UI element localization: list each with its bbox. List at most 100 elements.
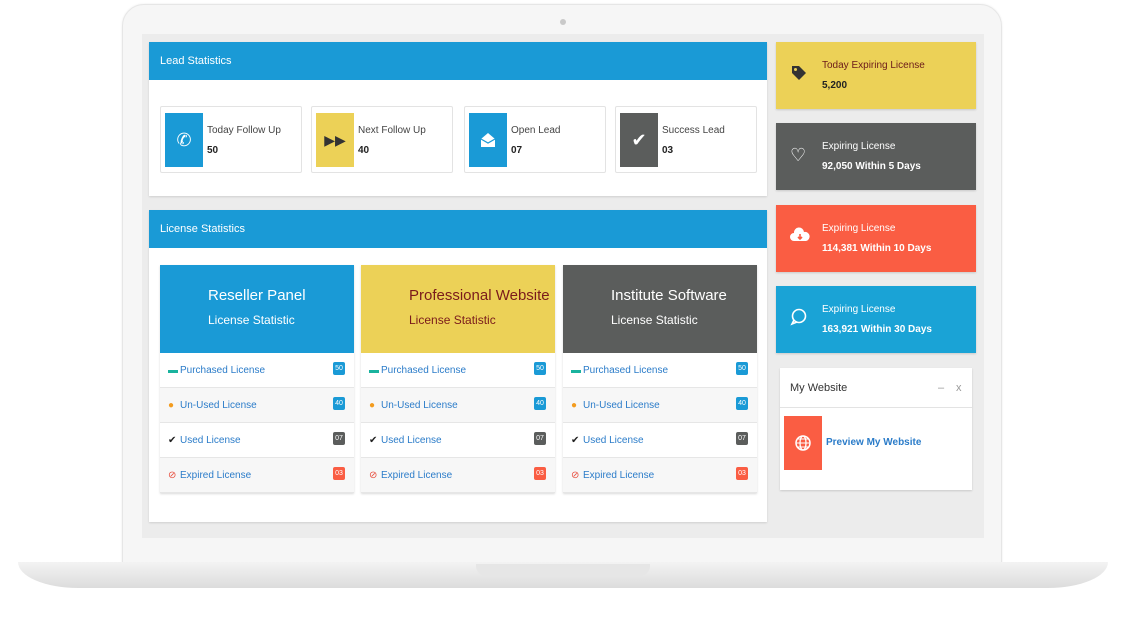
lead-card-label: Open Lead (511, 125, 561, 136)
license-row-label: Un-Used License (180, 400, 257, 411)
license-row-label: Un-Used License (381, 400, 458, 411)
license-column-header: Professional Website License Statistic (361, 265, 555, 353)
tag-icon (790, 64, 808, 87)
license-row-purchased[interactable]: ▬ Purchased License 50 (361, 353, 555, 388)
count-badge: 07 (534, 432, 546, 445)
side-card-value: 114,381 Within 10 Days (822, 243, 932, 254)
lead-card-open-lead[interactable]: Open Lead 07 (464, 106, 606, 173)
side-card-expiring-30-days[interactable]: Expiring License 163,921 Within 30 Days (776, 286, 976, 353)
check-circle-icon: ● (571, 400, 578, 411)
side-card-title: Expiring License (822, 223, 896, 234)
license-statistics-panel: License Statistics Reseller Panel Licens… (149, 210, 767, 522)
license-row-used[interactable]: ✔ Used License 07 (563, 423, 757, 458)
license-column-header: Institute Software License Statistic (563, 265, 757, 353)
license-column-title: Institute Software (611, 287, 727, 304)
lead-card-value: 40 (358, 145, 370, 156)
my-website-header: My Website – x (780, 368, 972, 408)
license-column-title: Reseller Panel (208, 287, 306, 304)
check-circle-icon: ● (369, 400, 376, 411)
lead-card-next-follow-up[interactable]: ▶▶ Next Follow Up 40 (311, 106, 453, 173)
double-check-icon: ✔ (571, 435, 580, 446)
count-badge: 07 (333, 432, 345, 445)
phone-icon: ✆ (165, 113, 203, 167)
license-row-unused[interactable]: ● Un-Used License 40 (563, 388, 757, 423)
side-card-value: 92,050 Within 5 Days (822, 161, 921, 172)
license-column-subtitle: License Statistic (611, 313, 698, 327)
license-row-expired[interactable]: ⊘ Expired License 03 (563, 458, 757, 493)
envelope-open-icon (469, 113, 507, 167)
count-badge: 50 (534, 362, 546, 375)
license-row-purchased[interactable]: ▬ Purchased License 50 (563, 353, 757, 388)
ban-icon: ⊘ (369, 470, 378, 481)
check-icon: ✔ (620, 113, 658, 167)
license-column-professional-website: Professional Website License Statistic ▬… (361, 265, 555, 493)
globe-icon (784, 416, 822, 470)
count-badge: 50 (736, 362, 748, 375)
minimize-button[interactable]: – (938, 368, 944, 408)
license-column-title: Professional Website (409, 287, 550, 304)
credit-card-icon: ▬ (369, 365, 379, 376)
license-row-purchased[interactable]: ▬ Purchased License 50 (160, 353, 354, 388)
laptop-notch (476, 564, 650, 576)
heart-icon: ♡ (790, 145, 807, 165)
license-column-header: Reseller Panel License Statistic (160, 265, 354, 353)
license-row-label: Expired License (381, 470, 453, 481)
fast-forward-icon: ▶▶ (316, 113, 354, 167)
side-card-expiring-10-days[interactable]: Expiring License 114,381 Within 10 Days (776, 205, 976, 272)
license-row-label: Expired License (180, 470, 252, 481)
lead-statistics-panel: Lead Statistics ✆ Today Follow Up 50 ▶▶ … (149, 42, 767, 196)
license-column-subtitle: License Statistic (409, 313, 496, 327)
license-row-label: Purchased License (381, 365, 467, 376)
license-row-used[interactable]: ✔ Used License 07 (361, 423, 555, 458)
license-row-unused[interactable]: ● Un-Used License 40 (160, 388, 354, 423)
count-badge: 40 (534, 397, 546, 410)
check-circle-icon: ● (168, 400, 175, 411)
preview-website-link[interactable]: Preview My Website (826, 437, 921, 448)
side-card-expiring-5-days[interactable]: ♡ Expiring License 92,050 Within 5 Days (776, 123, 976, 190)
lead-card-label: Today Follow Up (207, 125, 281, 136)
count-badge: 40 (736, 397, 748, 410)
license-row-label: Purchased License (180, 365, 266, 376)
license-row-used[interactable]: ✔ Used License 07 (160, 423, 354, 458)
credit-card-icon: ▬ (571, 365, 581, 376)
license-column-reseller-panel: Reseller Panel License Statistic ▬ Purcha… (160, 265, 354, 493)
my-website-panel: My Website – x Preview My Website (780, 368, 972, 490)
lead-card-today-follow-up[interactable]: ✆ Today Follow Up 50 (160, 106, 302, 173)
chat-bubble-icon (790, 308, 808, 331)
license-row-label: Used License (583, 435, 644, 446)
license-row-expired[interactable]: ⊘ Expired License 03 (160, 458, 354, 493)
close-button[interactable]: x (956, 368, 962, 408)
lead-card-label: Success Lead (662, 125, 725, 136)
cloud-download-icon (790, 227, 810, 250)
lead-card-value: 50 (207, 145, 219, 156)
side-card-title: Expiring License (822, 304, 896, 315)
dashboard-screen: Lead Statistics ✆ Today Follow Up 50 ▶▶ … (142, 34, 984, 538)
license-row-label: Expired License (583, 470, 655, 481)
lead-card-value: 03 (662, 145, 674, 156)
lead-card-value: 07 (511, 145, 523, 156)
lead-statistics-title: Lead Statistics (149, 42, 767, 80)
side-card-value: 163,921 Within 30 Days (822, 324, 932, 335)
side-card-title: Expiring License (822, 141, 896, 152)
count-badge: 03 (534, 467, 546, 480)
side-card-value: 5,200 (822, 80, 848, 91)
license-row-label: Used License (180, 435, 241, 446)
license-row-label: Used License (381, 435, 442, 446)
count-badge: 40 (333, 397, 345, 410)
license-column-institute-software: Institute Software License Statistic ▬ Pu… (563, 265, 757, 493)
license-row-unused[interactable]: ● Un-Used License 40 (361, 388, 555, 423)
my-website-title: My Website (790, 382, 848, 394)
count-badge: 50 (333, 362, 345, 375)
license-row-label: Purchased License (583, 365, 669, 376)
lead-card-label: Next Follow Up (358, 125, 426, 136)
license-statistics-title: License Statistics (149, 210, 767, 248)
credit-card-icon: ▬ (168, 365, 178, 376)
count-badge: 03 (333, 467, 345, 480)
side-card-today-expiring[interactable]: Today Expiring License 5,200 (776, 42, 976, 109)
count-badge: 07 (736, 432, 748, 445)
side-card-title: Today Expiring License (822, 60, 925, 71)
count-badge: 03 (736, 467, 748, 480)
license-row-expired[interactable]: ⊘ Expired License 03 (361, 458, 555, 493)
ban-icon: ⊘ (168, 470, 177, 481)
lead-card-success-lead[interactable]: ✔ Success Lead 03 (615, 106, 757, 173)
